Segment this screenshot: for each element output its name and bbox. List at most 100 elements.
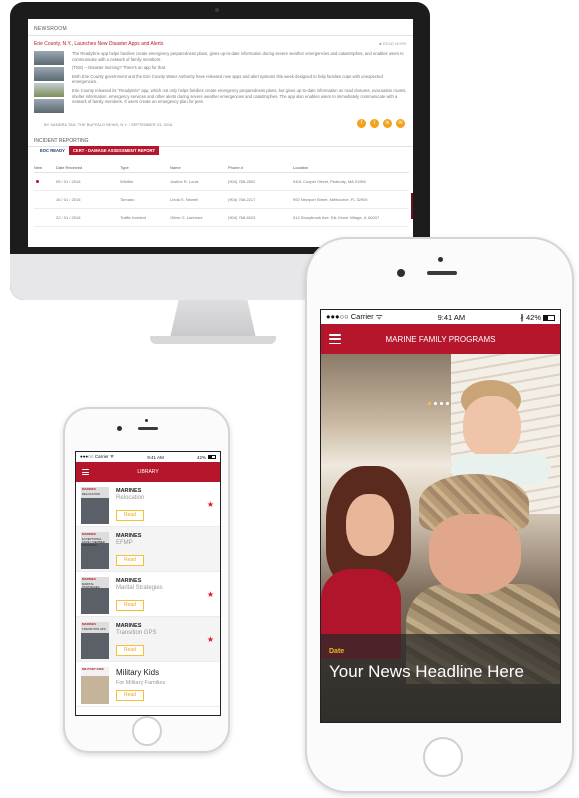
hamburger-menu-icon[interactable] (329, 334, 341, 344)
star-icon[interactable]: ★ (207, 590, 214, 599)
cell-phone: (904) 768-2217 (228, 190, 293, 209)
list-item[interactable]: MARINES MARITAL STRATEGIES MARINES Marita… (76, 572, 220, 617)
item-title: MARINES (116, 488, 142, 494)
cover-subtitle: MARITAL STRATEGIES (82, 582, 100, 589)
cell-type: Traffic Incident (120, 208, 170, 227)
read-button[interactable]: Read (116, 555, 144, 566)
item-subtitle: Relocation (116, 495, 145, 501)
library-list: MARINES RELOCATION MARINES Relocation Rea… (76, 482, 220, 707)
home-button[interactable] (132, 716, 162, 746)
cell-location: 992 Newport Street, Melbourne, FL 32904 (293, 190, 409, 209)
table-row[interactable]: 22 / 01 / 2016 Traffic Incident Oliver G… (34, 208, 409, 227)
incident-tabs: EOC READY CERT - DAMAGE ASSESSMENT REPOR… (36, 146, 160, 155)
article-thumbnail (34, 99, 64, 113)
book-cover[interactable]: MARINES EXCEPTIONAL FAMILY MEMBER PROGRAM (81, 532, 109, 569)
cell-phone: (904) 768-6923 (228, 208, 293, 227)
bluetooth-icon: ∦ (520, 312, 524, 322)
list-item[interactable]: MARINES EXCEPTIONAL FAMILY MEMBER PROGRAM… (76, 527, 220, 572)
news-caption[interactable]: Date Your News Headline Here (321, 634, 560, 722)
tab-cert-damage-assessment[interactable]: CERT - DAMAGE ASSESSMENT REPORT (68, 146, 160, 155)
incident-table: New Date Received Type Name Phone # Loca… (34, 163, 409, 227)
battery-icon (543, 314, 555, 321)
article-thumbnail (34, 67, 64, 81)
column-header[interactable]: Date Received (56, 163, 120, 173)
column-header[interactable]: New (34, 163, 56, 173)
app-header: MARINE FAMILY PROGRAMS (321, 324, 560, 354)
monitor-base (150, 336, 276, 344)
book-cover[interactable]: MARINES MARITAL STRATEGIES (81, 577, 109, 614)
table-row[interactable]: 16 / 01 / 2016 Tornado Linda S. Newell (… (34, 190, 409, 209)
book-cover[interactable]: MARINES RELOCATION (81, 487, 109, 524)
child-face (463, 396, 521, 458)
news-headline[interactable]: Your News Headline Here (329, 662, 554, 682)
cell-name: Linda S. Newell (170, 190, 228, 209)
book-cover[interactable]: MILITARY KIDS (81, 667, 109, 704)
page-title: LIBRARY (137, 469, 159, 475)
soldier-face (429, 514, 521, 594)
cover-brand: MARINES (82, 577, 96, 581)
item-title: MARINES (116, 623, 142, 629)
book-cover[interactable]: MARINES TRANSITION GPS (81, 622, 109, 659)
news-date: Date (329, 648, 345, 655)
phone-speaker (427, 271, 457, 275)
carousel-dot[interactable] (446, 402, 449, 405)
list-item[interactable]: MILITARY KIDS Military Kids For Military… (76, 662, 220, 707)
linkedin-icon[interactable]: in (383, 119, 392, 128)
battery-icon (208, 455, 216, 460)
twitter-icon[interactable]: t (370, 119, 379, 128)
tab-eoc-ready[interactable]: EOC READY (36, 146, 69, 155)
table-row[interactable]: 05 / 01 / 2016 Wildfire Justine R. Louis… (34, 172, 409, 191)
read-button[interactable]: Read (116, 645, 144, 656)
phone-speaker (138, 427, 158, 430)
column-header[interactable]: Name (170, 163, 228, 173)
new-indicator (34, 172, 56, 191)
carousel-dot[interactable] (440, 402, 443, 405)
article-body: The ReadyErie app helps families create … (72, 51, 407, 108)
scrollbar[interactable] (411, 193, 413, 219)
item-subtitle: Marital Strategies (116, 585, 163, 591)
hero-image[interactable]: Date Your News Headline Here (321, 354, 560, 722)
cell-name: Justine R. Louis (170, 172, 228, 191)
facebook-icon[interactable]: f (357, 119, 366, 128)
phone-front-camera (397, 269, 405, 277)
column-header[interactable]: Type (120, 163, 170, 173)
carousel-dot[interactable] (434, 402, 437, 405)
cover-brand: MARINES (82, 622, 96, 626)
wifi-icon: ᯤ (109, 454, 114, 459)
cell-type: Tornado (120, 190, 170, 209)
item-subtitle: Transition GPS (116, 630, 157, 636)
list-item[interactable]: MARINES RELOCATION MARINES Relocation Rea… (76, 482, 220, 527)
wifi-icon: ᯤ (375, 312, 383, 321)
read-button[interactable]: Read (116, 600, 144, 611)
cover-subtitle: EXCEPTIONAL FAMILY MEMBER PROGRAM (82, 537, 105, 547)
desktop-screen: NEWSROOM Erie County, N.Y., Launches New… (28, 19, 413, 247)
email-icon[interactable]: ✉ (396, 119, 405, 128)
article-thumbnail (34, 51, 64, 65)
article-paragraph: Erie County released its "ReadyErie" app… (72, 87, 407, 105)
read-button[interactable]: Read (116, 510, 144, 521)
article-byline: BY SANDRA TAN, THE BUFFALO NEWS, N.Y. / … (44, 122, 173, 127)
cover-brand: MILITARY KIDS (82, 667, 104, 671)
star-icon[interactable]: ★ (207, 500, 214, 509)
cover-brand: MARINES (82, 487, 96, 491)
cover-subtitle: RELOCATION (82, 492, 100, 496)
carousel-dot-active[interactable] (428, 402, 431, 405)
cell-date: 22 / 01 / 2016 (56, 208, 120, 227)
read-button[interactable]: Read (116, 690, 144, 701)
article-paragraph: The ReadyErie app helps families create … (72, 51, 404, 62)
new-indicator (34, 190, 56, 209)
large-phone: ●●●○○ Carrier ᯤ 9:41 AM ∦ 42% MARINE FAM… (305, 237, 574, 793)
article-title[interactable]: Erie County, N.Y., Launches New Disaster… (34, 41, 163, 47)
carrier-label: ●●●○○ Carrier (80, 454, 109, 459)
list-item[interactable]: MARINES TRANSITION GPS MARINES Transition… (76, 617, 220, 662)
home-button[interactable] (423, 737, 463, 777)
cell-location: 9401 Cooper Street, Peabody, MA 01960 (293, 172, 409, 191)
cell-date: 16 / 01 / 2016 (56, 190, 120, 209)
item-subtitle: EFMP (116, 540, 133, 546)
star-icon[interactable]: ★ (207, 635, 214, 644)
article-status[interactable]: ■ READ MORE (379, 41, 407, 46)
column-header[interactable]: Phone # (228, 163, 293, 173)
hamburger-menu-icon[interactable] (82, 469, 89, 475)
carrier-label: ●●●○○ Carrier (326, 312, 374, 321)
column-header[interactable]: Location (293, 163, 409, 173)
